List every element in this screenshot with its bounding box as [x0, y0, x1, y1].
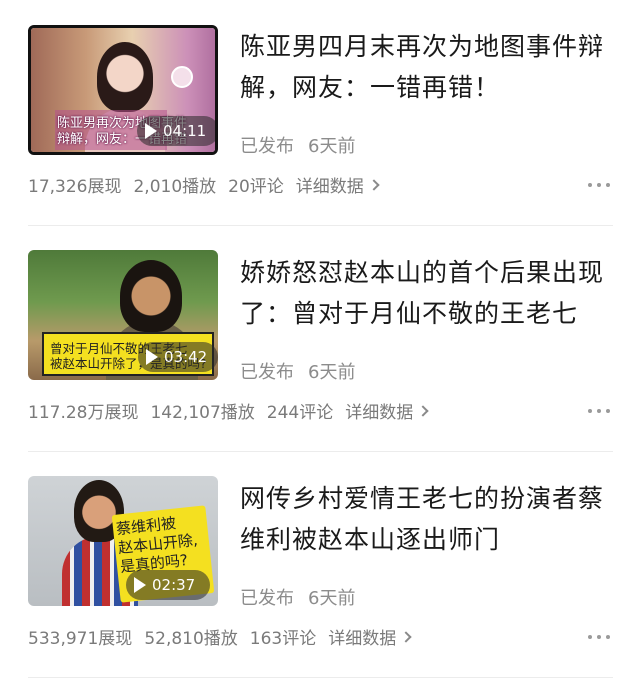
video-title[interactable]: 陈亚男四月末再次为地图事件辩解，网友：一错再错！: [240, 26, 610, 108]
publish-status: 已发布 6天前: [240, 584, 355, 610]
video-duration: 03:42: [164, 348, 208, 366]
detail-data-link[interactable]: 详细数据: [295, 172, 380, 197]
video-thumbnail[interactable]: 蔡维利被 赵本山开除, 是真的吗? 02:37: [28, 476, 218, 606]
video-title[interactable]: 娇娇怒怼赵本山的首个后果出现了：曾对于月仙不敬的王老七: [240, 252, 610, 334]
publish-time: 6天前: [308, 136, 356, 157]
video-thumbnail[interactable]: 陈亚男再次为地图事件 辩解，网友：一错再错 04:11: [28, 25, 218, 155]
video-stats: 117.28万展现 142,107播放 244评论 详细数据: [28, 398, 613, 423]
divider: [28, 677, 613, 678]
comments-count: 163评论: [249, 629, 317, 649]
publish-time: 6天前: [308, 362, 356, 383]
play-icon: [146, 349, 158, 365]
play-icon: [134, 577, 146, 593]
video-duration: 04:11: [163, 122, 207, 140]
more-options-icon[interactable]: [588, 183, 610, 187]
status-label: 已发布: [240, 588, 294, 609]
video-stats: 17,326展现 2,010播放 20评论 详细数据: [28, 172, 613, 197]
detail-data-link[interactable]: 详细数据: [345, 398, 429, 423]
video-thumbnail[interactable]: 曾对于月仙不敬的王老七 被赵本山开除了，是真的吗? 03:42: [28, 250, 218, 380]
video-duration: 02:37: [152, 576, 196, 594]
video-list: 陈亚男再次为地图事件 辩解，网友：一错再错 04:11 陈亚男四月末再次为地图事…: [0, 0, 640, 693]
video-stats: 533,971展现 52,810播放 163评论 详细数据: [28, 624, 613, 649]
thumbnail-figure-head: [120, 260, 182, 332]
detail-data-label: 详细数据: [295, 177, 364, 197]
status-label: 已发布: [240, 362, 294, 383]
chevron-right-icon: [368, 178, 380, 191]
video-title[interactable]: 网传乡村爱情王老七的扮演者蔡维利被赵本山逐出师门: [240, 478, 610, 560]
video-card[interactable]: 蔡维利被 赵本山开除, 是真的吗? 02:37 网传乡村爱情王老七的扮演者蔡维利…: [0, 452, 640, 678]
play-icon: [145, 123, 157, 139]
impressions-count: 117.28万展现: [28, 403, 139, 423]
chevron-right-icon: [417, 404, 429, 417]
chevron-right-icon: [400, 630, 412, 643]
thumbnail-badge: [171, 66, 193, 88]
comments-count: 20评论: [228, 177, 284, 197]
detail-data-label: 详细数据: [345, 403, 414, 423]
publish-status: 已发布 6天前: [240, 358, 355, 384]
video-card[interactable]: 陈亚男再次为地图事件 辩解，网友：一错再错 04:11 陈亚男四月末再次为地图事…: [0, 0, 640, 226]
plays-count: 2,010播放: [133, 177, 217, 197]
plays-count: 52,810播放: [144, 629, 238, 649]
video-card[interactable]: 曾对于月仙不敬的王老七 被赵本山开除了，是真的吗? 03:42 娇娇怒怼赵本山的…: [0, 226, 640, 452]
duration-badge: 02:37: [126, 570, 210, 600]
publish-time: 6天前: [308, 588, 356, 609]
more-options-icon[interactable]: [588, 409, 610, 413]
publish-status: 已发布 6天前: [240, 132, 355, 158]
impressions-count: 533,971展现: [28, 629, 133, 649]
plays-count: 142,107播放: [150, 403, 255, 423]
impressions-count: 17,326展现: [28, 177, 122, 197]
status-label: 已发布: [240, 136, 294, 157]
detail-data-link[interactable]: 详细数据: [328, 624, 412, 649]
duration-badge: 04:11: [137, 116, 215, 146]
thumbnail-caption: 蔡维利被 赵本山开除, 是真的吗?: [115, 514, 199, 576]
more-options-icon[interactable]: [588, 635, 610, 639]
comments-count: 244评论: [266, 403, 334, 423]
duration-badge: 03:42: [138, 342, 218, 372]
thumbnail-figure-head: [97, 42, 153, 112]
detail-data-label: 详细数据: [328, 629, 397, 649]
